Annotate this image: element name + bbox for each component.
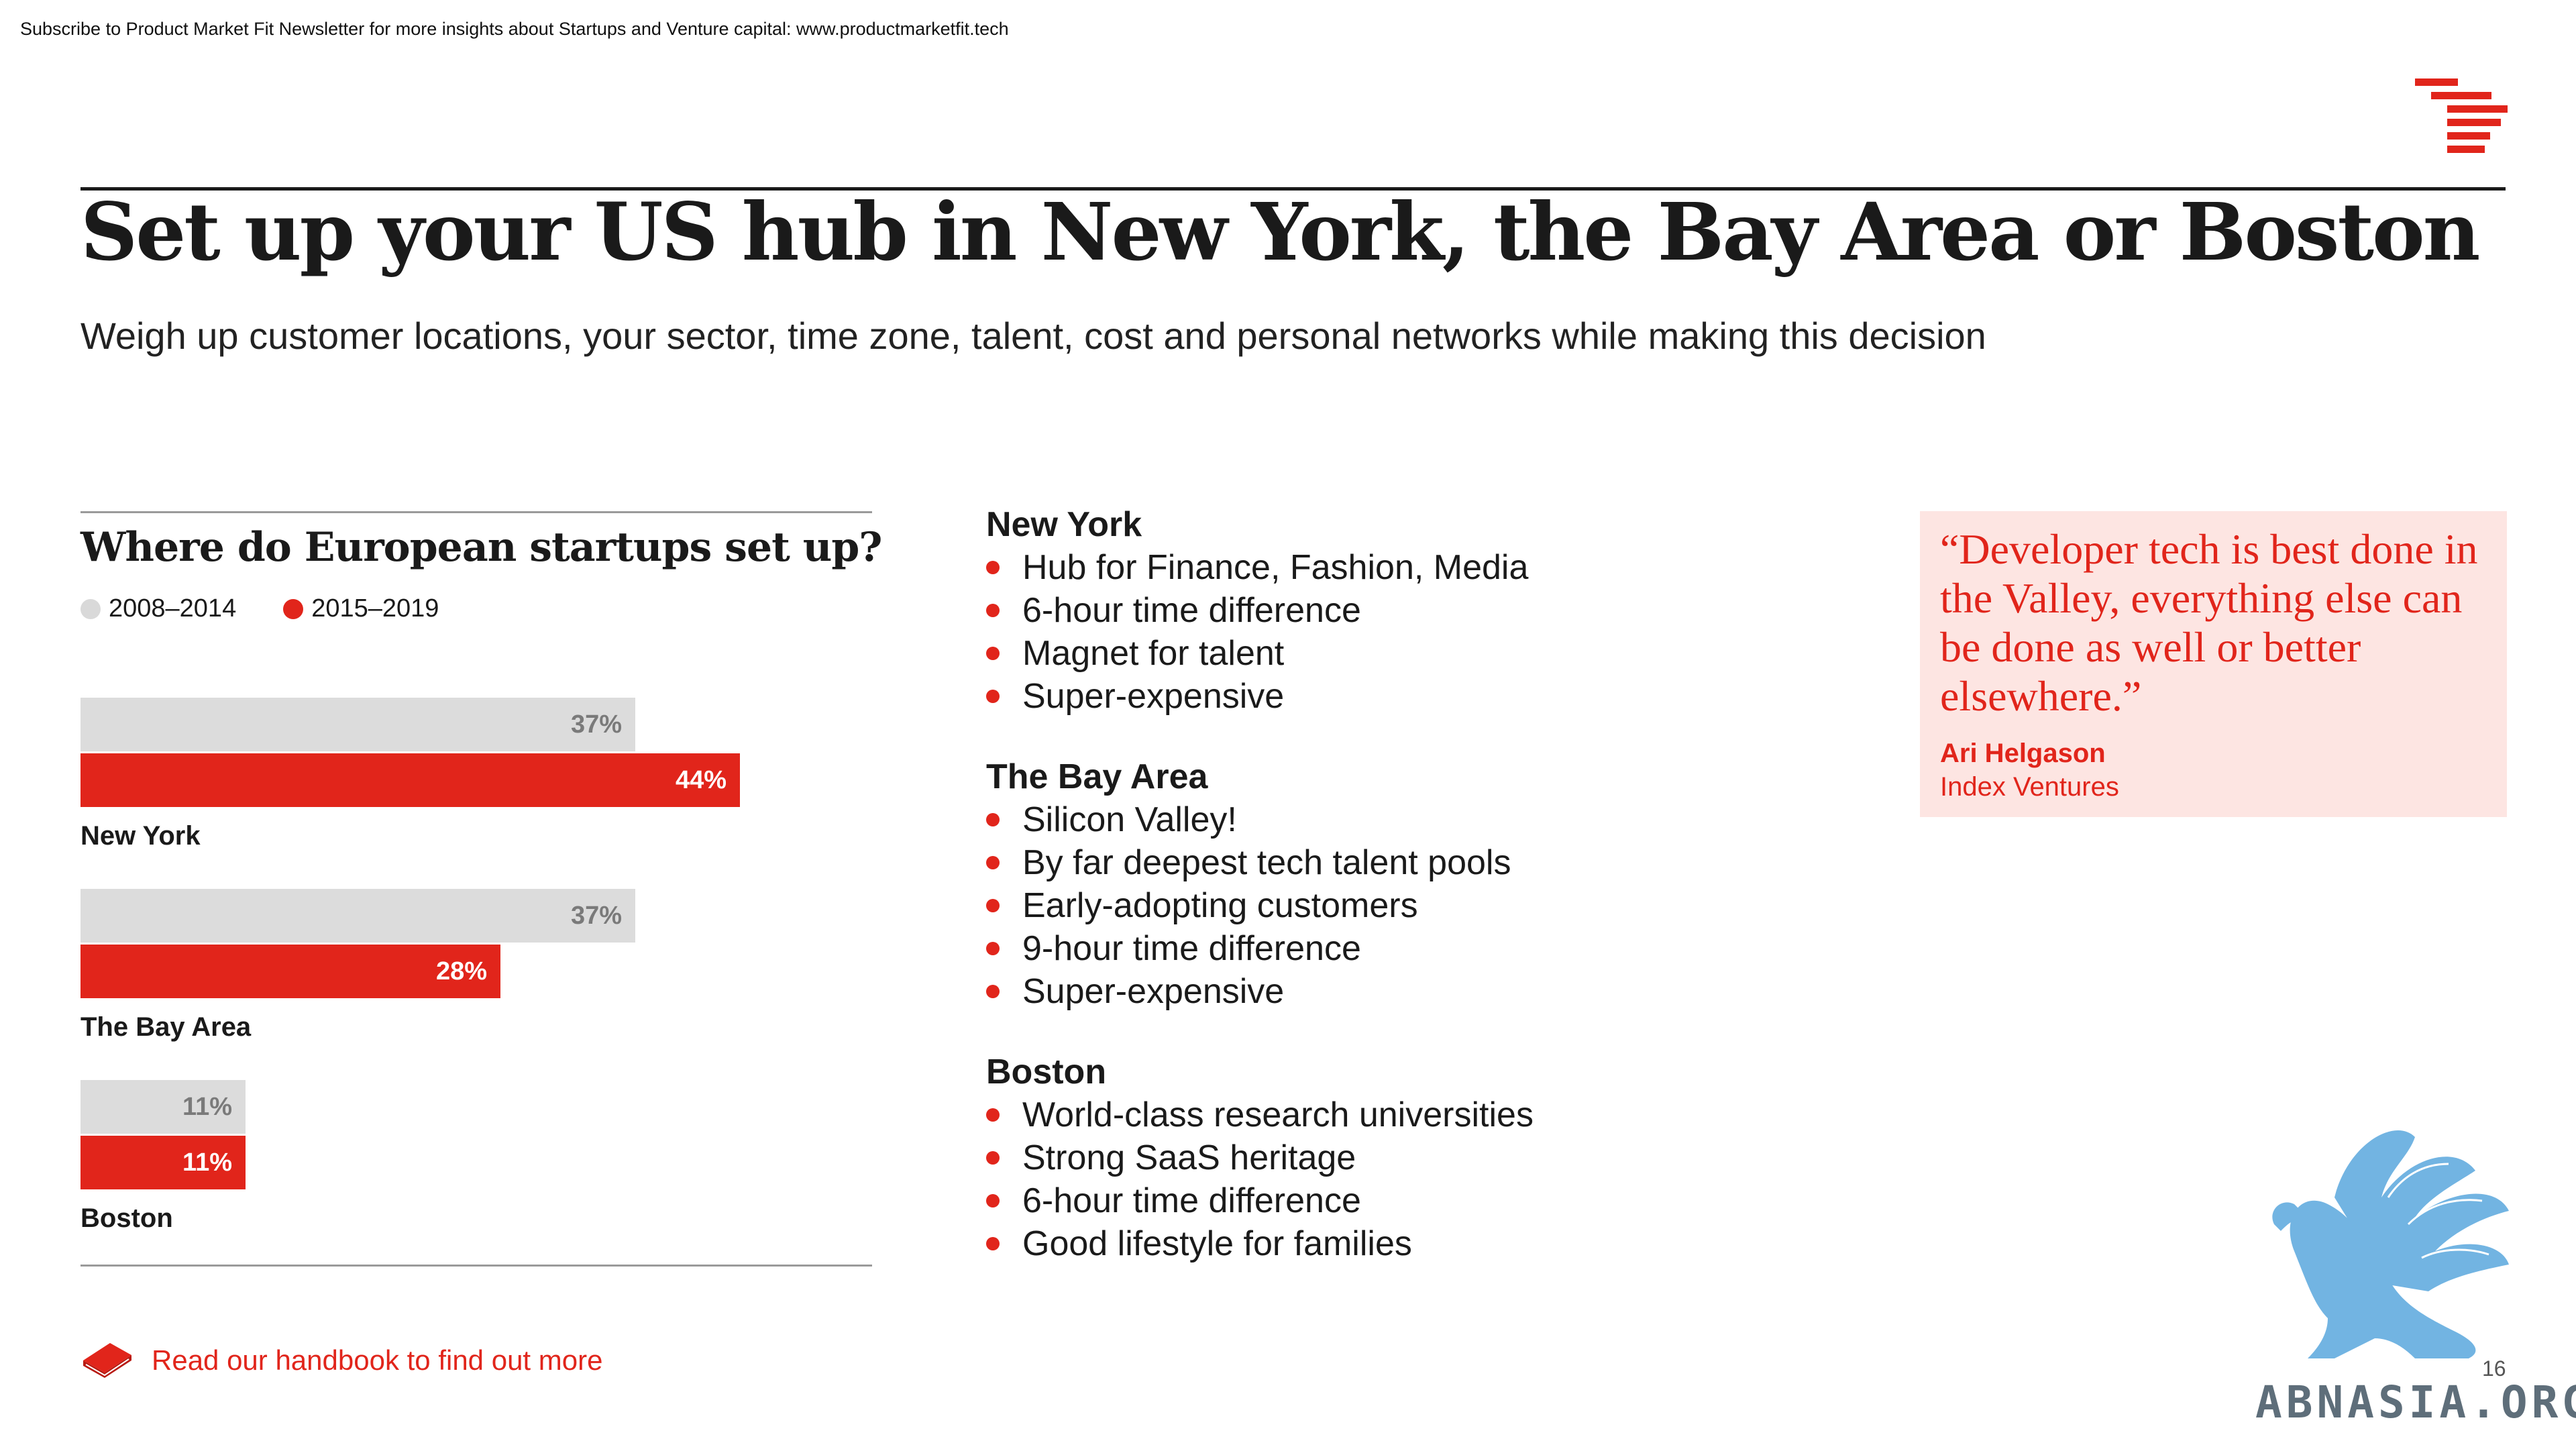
chart-top-rule — [80, 511, 872, 513]
location-title: Boston — [986, 1053, 1107, 1091]
page-subtitle: Weigh up customer locations, your sector… — [80, 315, 1986, 357]
list-item: Hub for Finance, Fashion, Media — [986, 546, 1858, 589]
chart-legend: 2008–2014 2015–2019 — [80, 594, 486, 623]
bullet-icon — [986, 604, 1000, 617]
bar-value-label: 11% — [182, 1093, 232, 1121]
quote-organization: Index Ventures — [1940, 772, 2119, 802]
list-item: 9-hour time difference — [986, 927, 1858, 970]
bullet-icon — [986, 899, 1000, 912]
bullet-icon — [986, 561, 1000, 574]
bullet-icon — [986, 1108, 1000, 1122]
bullet-icon — [986, 813, 1000, 826]
list-item: Silicon Valley! — [986, 798, 1858, 841]
bullet-icon — [986, 690, 1000, 703]
list-item: 6-hour time difference — [986, 589, 1858, 632]
legend-item-2008-2014: 2008–2014 — [80, 594, 236, 623]
newsletter-note: Subscribe to Product Market Fit Newslett… — [20, 19, 1009, 39]
location-new-york: New York Hub for Finance, Fashion, Media… — [986, 503, 1858, 718]
legend-label: 2015–2019 — [311, 594, 439, 623]
bar-chart: 37% 44% New York 37% 28% The Bay Area 11% 11% Bo… — [80, 698, 885, 1248]
legend-label: 2008–2014 — [109, 594, 237, 623]
legend-item-2015-2019: 2015–2019 — [283, 594, 439, 623]
list-item: Good lifestyle for families — [986, 1222, 1858, 1265]
bar-value-label: 11% — [182, 1148, 232, 1177]
bar-value-label: 37% — [570, 710, 622, 739]
location-title: The Bay Area — [986, 757, 1208, 796]
chart-bottom-rule — [80, 1265, 872, 1267]
quote-author: Ari Helgason — [1940, 739, 2106, 768]
list-item: 6-hour time difference — [986, 1179, 1858, 1222]
category-label: New York — [80, 821, 201, 851]
chart-title: Where do European startups set up? — [80, 524, 882, 571]
bar-value-label: 28% — [435, 957, 487, 985]
bullet-icon — [986, 942, 1000, 955]
list-item: Super-expensive — [986, 675, 1858, 718]
list-item: Super-expensive — [986, 970, 1858, 1013]
watermark-text: ABNASIA.ORG — [2255, 1377, 2576, 1428]
location-boston: Boston World-class research universities… — [986, 1051, 1858, 1265]
list-item: World-class research universities — [986, 1093, 1858, 1136]
quote-text: “Developer tech is best done in the Vall… — [1940, 525, 2478, 720]
category-label: Boston — [80, 1203, 173, 1233]
logo-stripes-icon — [2415, 78, 2508, 153]
list-item: Strong SaaS heritage — [986, 1136, 1858, 1179]
bullet-icon — [986, 1194, 1000, 1208]
bullet-icon — [986, 985, 1000, 998]
location-lists: New York Hub for Finance, Fashion, Media… — [986, 503, 1858, 1303]
legend-swatch-grey — [80, 598, 101, 619]
bullet-icon — [986, 856, 1000, 869]
category-label: The Bay Area — [80, 1012, 252, 1042]
location-title: New York — [986, 505, 1142, 544]
bar-value-label: 37% — [570, 902, 622, 930]
legend-swatch-red — [283, 598, 304, 619]
page-title: Set up your US hub in New York, the Bay … — [80, 185, 2480, 278]
book-icon[interactable] — [80, 1338, 134, 1378]
quote-box: “Developer tech is best done in the Vall… — [1920, 511, 2507, 817]
bullet-icon — [986, 1237, 1000, 1250]
bullet-icon — [986, 1151, 1000, 1165]
bar-value-label: 44% — [675, 766, 727, 794]
list-item: By far deepest tech talent pools — [986, 841, 1858, 884]
list-item: Magnet for talent — [986, 632, 1858, 675]
griffin-watermark-icon — [2272, 1130, 2509, 1358]
handbook-link[interactable]: Read our handbook to find out more — [152, 1344, 602, 1377]
list-item: Early-adopting customers — [986, 884, 1858, 927]
location-bay-area: The Bay Area Silicon Valley! By far deep… — [986, 755, 1858, 1013]
bullet-icon — [986, 647, 1000, 660]
